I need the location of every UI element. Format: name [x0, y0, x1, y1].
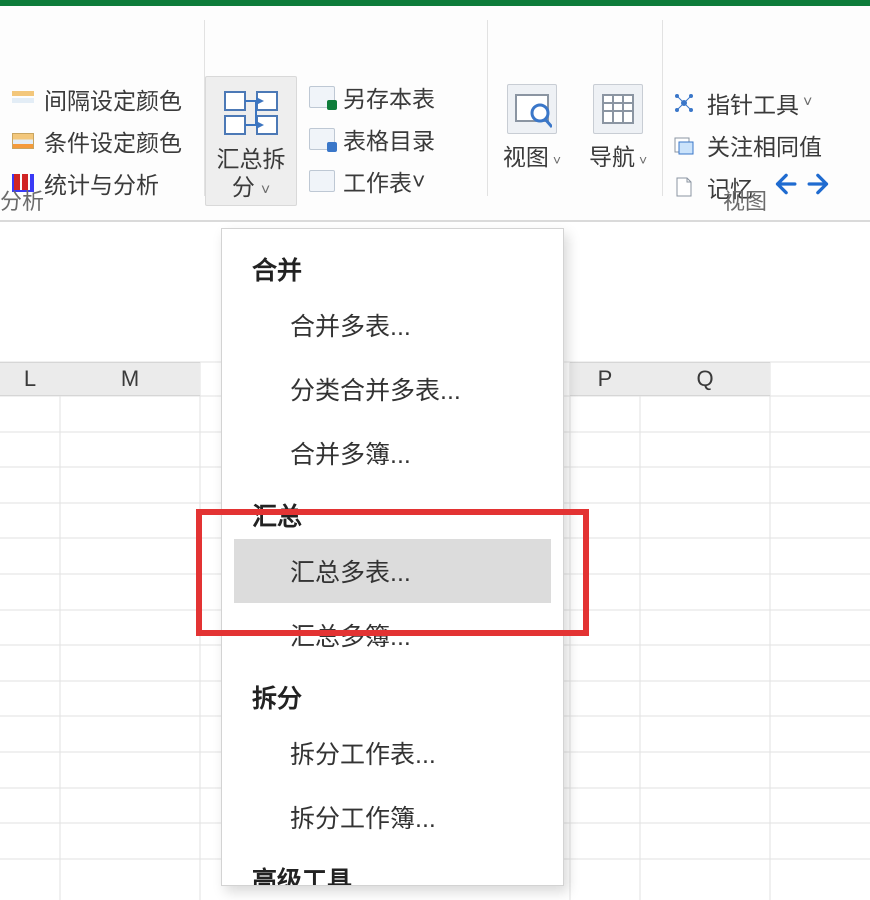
menu-section-merge: 合并	[222, 239, 563, 293]
chevron-down-icon: ˅	[639, 152, 647, 168]
column-header-M[interactable]: M	[60, 362, 200, 396]
summary-split-icon	[221, 87, 281, 139]
pointer-tool-icon	[673, 92, 699, 114]
interval-color-icon	[10, 88, 36, 110]
conditional-color-label: 条件设定颜色	[44, 124, 182, 158]
save-sheet-icon	[309, 86, 335, 108]
pointer-tool-dropdown[interactable]: 指针工具 ˅	[673, 82, 870, 124]
menu-section-summary: 汇总	[222, 485, 563, 539]
view-mode-label: 视图	[503, 144, 549, 170]
menu-item-summary-sheets[interactable]: 汇总多表...	[234, 539, 551, 603]
ribbon-group-view: 视图˅ 导航˅	[488, 6, 662, 206]
navigation-icon	[593, 84, 643, 134]
menu-item-split-sheet[interactable]: 拆分工作表...	[222, 721, 563, 785]
column-header-L[interactable]: L	[0, 362, 60, 396]
chevron-down-icon: ˅	[553, 152, 561, 168]
menu-section-split: 拆分	[222, 667, 563, 721]
menu-item-summary-books[interactable]: 汇总多簿...	[222, 603, 563, 667]
save-sheet-button[interactable]: 另存本表	[309, 76, 487, 118]
interval-color-label: 间隔设定颜色	[44, 82, 182, 116]
conditional-color-icon	[10, 130, 36, 152]
follow-value-icon	[673, 134, 699, 156]
menu-section-advanced: 高级工具	[222, 849, 563, 886]
column-header-Q[interactable]: Q	[640, 362, 770, 396]
menu-item-merge-books[interactable]: 合并多簿...	[222, 421, 563, 485]
pointer-tool-label: 指针工具	[707, 86, 799, 120]
menu-item-split-book[interactable]: 拆分工作簿...	[222, 785, 563, 849]
follow-value-label: 关注相同值	[707, 128, 822, 162]
menu-item-merge-sheets[interactable]: 合并多表...	[222, 293, 563, 357]
chevron-down-icon: ˅	[803, 94, 812, 112]
follow-same-value-button[interactable]: 关注相同值	[673, 124, 870, 166]
ribbon-group-analysis: 间隔设定颜色 条件设定颜色 统计与分析	[0, 6, 204, 206]
sheet-catalog-label: 表格目录	[343, 122, 435, 156]
sheet-catalog-icon	[309, 128, 335, 150]
save-sheet-label: 另存本表	[343, 80, 435, 114]
ribbon-group-captions: 分析 视图	[0, 184, 870, 220]
interval-color-button[interactable]: 间隔设定颜色	[0, 78, 204, 120]
analysis-group-caption: 分析	[0, 189, 44, 214]
view-mode-icon	[507, 84, 557, 134]
view-group-caption: 视图	[723, 189, 767, 214]
conditional-color-button[interactable]: 条件设定颜色	[0, 120, 204, 162]
menu-item-category-merge[interactable]: 分类合并多表...	[222, 357, 563, 421]
sheet-catalog-button[interactable]: 表格目录	[309, 118, 487, 160]
summary-split-menu: 合并 合并多表... 分类合并多表... 合并多簿... 汇总 汇总多表... …	[221, 228, 564, 886]
ribbon-group-sheets: 汇总拆分˅ 另存本表 表格目录 工作表 ˅	[205, 6, 487, 206]
ribbon-group-misc: 指针工具 ˅ 关注相同值 记忆	[663, 6, 870, 206]
navigation-label: 导航	[589, 144, 635, 170]
ribbon: 间隔设定颜色 条件设定颜色 统计与分析	[0, 6, 870, 222]
column-header-P[interactable]: P	[570, 362, 640, 396]
